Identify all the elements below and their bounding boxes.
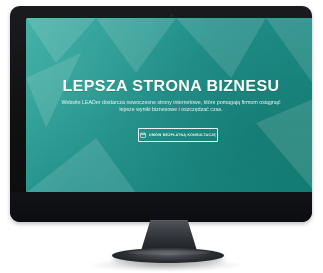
cta-button[interactable]: UMÓW BEZPŁATNĄ KONSULTACJĘ	[138, 128, 218, 142]
cta-label: UMÓW BEZPŁATNĄ KONSULTACJĘ	[149, 133, 216, 137]
camera-dot	[170, 14, 173, 17]
device-mockup: LEPSZA STRONA BIZNESU Website LEADer dos…	[0, 0, 323, 273]
monitor-chin	[10, 192, 312, 222]
hero-subtitle: Website LEADer dostarcza nowoczesne stro…	[61, 100, 281, 113]
monitor-bezel: LEPSZA STRONA BIZNESU Website LEADer dos…	[10, 6, 312, 222]
monitor-screen: LEPSZA STRONA BIZNESU Website LEADer dos…	[26, 18, 312, 193]
stand-base-highlight	[128, 250, 210, 255]
calendar-icon	[140, 132, 146, 138]
hero-title: LEPSZA STRONA BIZNESU	[62, 78, 280, 95]
landing-hero: LEPSZA STRONA BIZNESU Website LEADer dos…	[26, 18, 312, 193]
